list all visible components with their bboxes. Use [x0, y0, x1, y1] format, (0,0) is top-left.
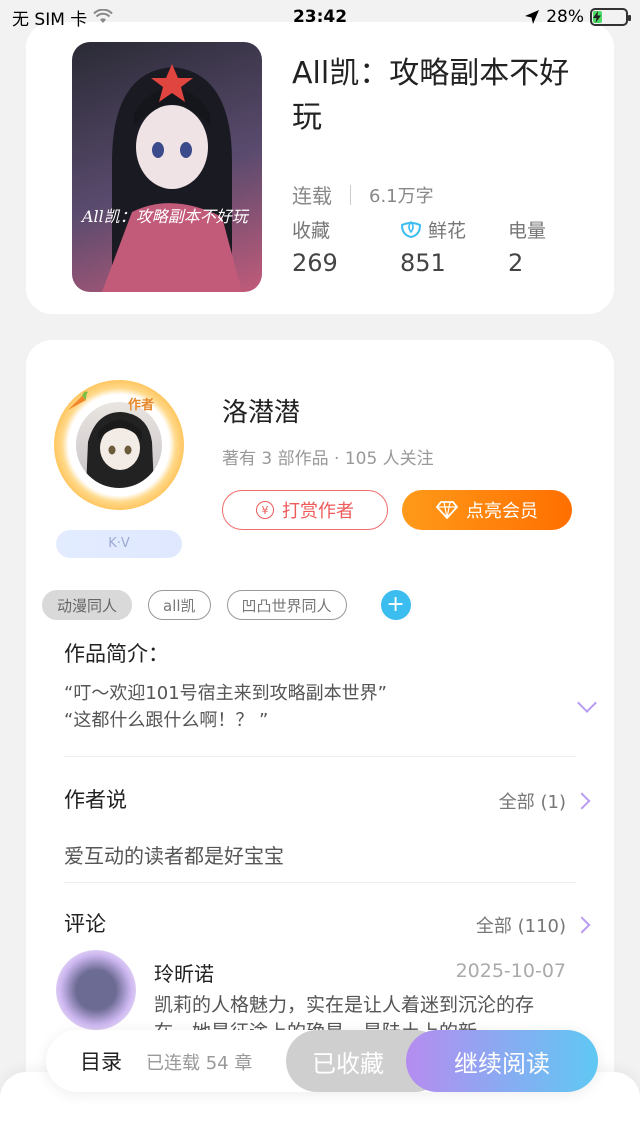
book-card: All凯：攻略副本不好玩 All凯：攻略副本不好玩 连载 6.1万字 收藏 26… [26, 22, 614, 314]
comments-title: 评论 [64, 912, 106, 936]
stat-label: 鲜花 [400, 217, 508, 242]
add-tag-button[interactable]: + [380, 590, 411, 620]
author-summary: 著有 3 部作品 · 105 人关注 [222, 449, 434, 469]
commenter-avatar[interactable] [56, 950, 136, 1030]
yen-coin-icon: ¥ [256, 501, 274, 519]
cover-title-text: All凯：攻略副本不好玩 [80, 207, 250, 226]
tag-item[interactable]: 凹凸世界同人 [226, 590, 347, 620]
book-meta: 连载 6.1万字 [292, 180, 434, 209]
stat-label-text: 收藏 [292, 219, 331, 242]
comments-all-label: 全部 (110) [475, 916, 566, 937]
divider [64, 882, 576, 883]
intro-text[interactable]: “叮～欢迎101号宿主来到攻略副本世界” “这都什么跟什么啊！？ ” [64, 680, 387, 734]
author-avatar[interactable]: 作者 [54, 380, 184, 510]
comments-all-link[interactable]: 全部 (110) [475, 912, 591, 938]
activate-vip-button[interactable]: 点亮会员 [402, 490, 572, 530]
stat-value: 269 [292, 249, 338, 277]
author-badge: 作者 [128, 398, 155, 413]
avatar-image [76, 402, 162, 488]
charging-icon [593, 11, 602, 23]
stat-flowers[interactable]: 鲜花 851 [400, 217, 508, 278]
stat-value: 851 [400, 249, 446, 277]
book-cover[interactable]: All凯：攻略副本不好玩 [72, 42, 262, 292]
intro-line: “叮～欢迎101号宿主来到攻略副本世界” [64, 683, 388, 704]
chevron-down-icon[interactable] [577, 693, 597, 713]
location-icon [525, 10, 540, 24]
collected-label: 已收藏 [312, 1049, 384, 1078]
book-title: All凯：攻略副本不好玩 [292, 56, 570, 135]
book-status: 连载 [292, 184, 332, 208]
activate-vip-label: 点亮会员 [466, 501, 538, 522]
author-name[interactable]: 洛潜潜 [222, 392, 300, 429]
stat-value: 2 [508, 249, 524, 277]
status-left: 无 SIM 卡 [12, 5, 114, 30]
tag-item[interactable]: all凯 [148, 590, 211, 620]
avatar-illustration [86, 412, 154, 488]
kv-badge: K·V [56, 530, 182, 558]
carrot-icon [68, 391, 88, 410]
reward-author-button[interactable]: ¥ 打赏作者 [222, 490, 388, 530]
chapters-count: 已连载 54 章 [146, 1053, 253, 1074]
meta-divider [350, 184, 351, 205]
continue-reading-button[interactable]: 继续阅读 [406, 1030, 598, 1092]
author-says-all-label: 全部 (1) [498, 792, 566, 813]
battery-icon [590, 8, 631, 26]
tag-list: 动漫同人 all凯 凹凸世界同人 + [42, 590, 411, 620]
stat-power[interactable]: 电量 2 [508, 217, 616, 278]
status-right: 28% [524, 7, 631, 27]
intro-title: 作品简介： [64, 642, 169, 666]
stat-label-text: 电量 [508, 219, 547, 242]
continue-reading-label: 继续阅读 [454, 1049, 550, 1078]
toc-button[interactable]: 目录 [80, 1046, 122, 1076]
cover-illustration: All凯：攻略副本不好玩 [80, 64, 250, 292]
bottom-action-bar: 目录 已连载 54 章 已收藏 继续阅读 [46, 1030, 598, 1092]
chevron-right-icon [573, 916, 591, 934]
tag-item[interactable]: 动漫同人 [42, 590, 133, 620]
book-stats: 收藏 269 鲜花 851 电量 2 [292, 217, 616, 278]
comment-text[interactable]: 凯莉的人格魅力，实在是让人着迷到沉沦的存在，她是征途上的确星，是陆土上的新 [154, 992, 564, 1032]
intro-line: “这都什么跟什么啊！？ ” [64, 710, 269, 731]
carrier-label: 无 SIM 卡 [12, 9, 88, 30]
stat-label: 电量 [508, 217, 616, 242]
battery-percent: 28% [546, 7, 584, 27]
info-card: 作者 K·V 洛潜潜 著有 3 部作品 · 105 人关注 ¥ 打赏作者 点亮会… [26, 340, 614, 1138]
flower-icon [400, 220, 422, 239]
stat-label: 收藏 [292, 217, 400, 242]
battery-level [593, 11, 602, 23]
stat-favorites[interactable]: 收藏 269 [292, 217, 400, 278]
diamond-icon [436, 501, 458, 519]
commenter-name[interactable]: 玲昕诺 [154, 958, 214, 987]
status-bar: 无 SIM 卡 23:42 28% [0, 0, 640, 34]
wifi-icon [93, 9, 114, 23]
author-says-title: 作者说 [64, 788, 127, 812]
author-says-text: 爱互动的读者都是好宝宝 [64, 844, 284, 868]
stat-label-text: 鲜花 [428, 219, 467, 242]
divider [64, 756, 576, 757]
reward-author-label: 打赏作者 [282, 501, 354, 522]
author-says-all-link[interactable]: 全部 (1) [498, 788, 591, 814]
chevron-right-icon [573, 792, 591, 810]
comment-date: 2025-10-07 [455, 960, 566, 982]
word-count: 6.1万字 [369, 185, 434, 207]
